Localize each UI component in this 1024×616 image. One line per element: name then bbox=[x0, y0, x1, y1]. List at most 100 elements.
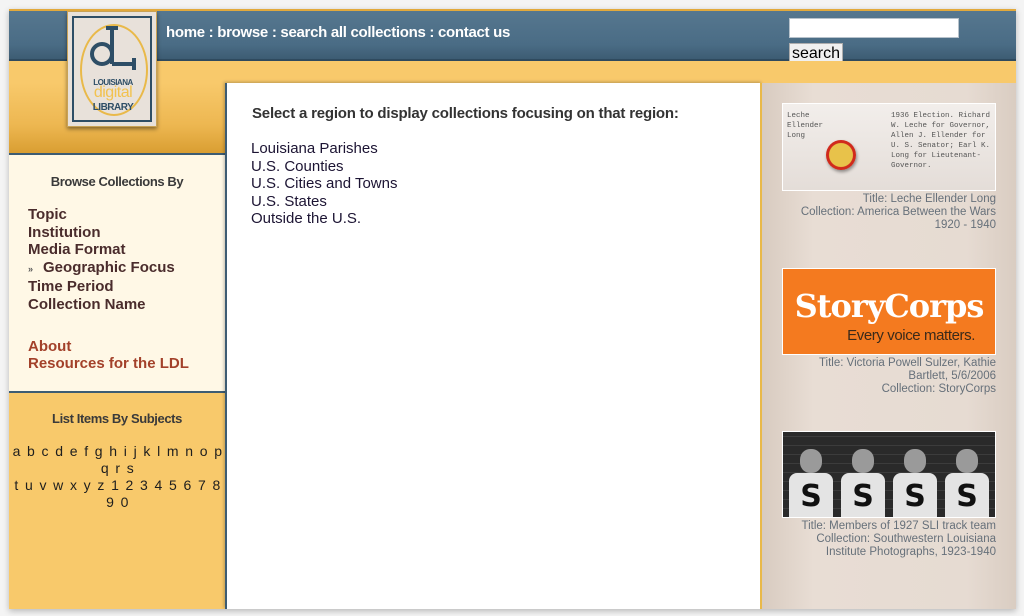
subject-key-9[interactable]: 9 bbox=[106, 494, 115, 510]
subject-key-o[interactable]: o bbox=[200, 443, 209, 459]
subject-key-i[interactable]: i bbox=[124, 443, 129, 459]
browse-item-media-format[interactable]: Media Format bbox=[28, 241, 225, 259]
nav-separator: : bbox=[267, 24, 281, 41]
subject-key-y[interactable]: y bbox=[84, 477, 92, 493]
featured-title: Title: Members of 1927 SLI track team bbox=[801, 520, 996, 532]
search-input[interactable] bbox=[789, 18, 959, 38]
subject-key-7[interactable]: 7 bbox=[198, 477, 207, 493]
storycorps-tagline: Every voice matters. bbox=[847, 327, 975, 344]
featured-image-storycorps[interactable]: StoryCorps Every voice matters. bbox=[782, 268, 996, 355]
featured-collection: Collection: Southwestern Louisiana bbox=[816, 533, 996, 545]
subject-key-l[interactable]: l bbox=[157, 443, 162, 459]
featured-image-campaign-button[interactable]: Leche Ellender Long 1936 Election. Richa… bbox=[782, 103, 996, 191]
featured-title: Bartlett, 5/6/2006 bbox=[908, 370, 996, 382]
subject-key-z[interactable]: z bbox=[97, 477, 105, 493]
subject-key-4[interactable]: 4 bbox=[155, 477, 164, 493]
logo-text-library: LIBRARY bbox=[92, 102, 134, 113]
subject-key-e[interactable]: e bbox=[70, 443, 79, 459]
subject-index-row: a b c d e f g h i j k l m n o p q r s bbox=[11, 443, 225, 477]
image-text-left: Leche Ellender Long bbox=[787, 112, 824, 140]
runner-figure: S bbox=[943, 447, 991, 517]
nav-contact-us[interactable]: contact us bbox=[438, 24, 510, 41]
subject-key-h[interactable]: h bbox=[109, 443, 118, 459]
nav-home[interactable]: home bbox=[166, 24, 205, 41]
subject-key-2[interactable]: 2 bbox=[126, 477, 135, 493]
subject-key-n[interactable]: n bbox=[185, 443, 194, 459]
subject-key-3[interactable]: 3 bbox=[140, 477, 149, 493]
region-outside-us[interactable]: Outside the U.S. bbox=[251, 210, 397, 228]
region-us-cities-towns[interactable]: U.S. Cities and Towns bbox=[251, 175, 397, 193]
browse-item-geographic-focus[interactable]: » Geographic Focus bbox=[28, 259, 225, 279]
resources-link[interactable]: Resources for the LDL bbox=[28, 355, 225, 373]
main-nav: home : browse : search all collections :… bbox=[166, 24, 510, 41]
region-louisiana-parishes[interactable]: Louisiana Parishes bbox=[251, 140, 397, 158]
subject-key-f[interactable]: f bbox=[84, 443, 89, 459]
subject-key-j[interactable]: j bbox=[134, 443, 139, 459]
region-us-states[interactable]: U.S. States bbox=[251, 193, 397, 211]
browse-list: Topic Institution Media Format » Geograph… bbox=[28, 206, 225, 314]
page-frame: home : browse : search all collections :… bbox=[9, 9, 1016, 609]
subject-key-0[interactable]: 0 bbox=[121, 494, 130, 510]
featured-item: StoryCorps Every voice matters. Title: V… bbox=[782, 268, 996, 396]
nav-separator: : bbox=[425, 24, 438, 41]
subject-key-1[interactable]: 1 bbox=[111, 477, 120, 493]
featured-title: Title: Victoria Powell Sulzer, Kathie bbox=[818, 357, 996, 369]
subject-key-s[interactable]: s bbox=[127, 460, 135, 476]
browse-item-time-period[interactable]: Time Period bbox=[28, 278, 225, 296]
nav-separator: : bbox=[204, 24, 218, 41]
featured-collection: Collection: StoryCorps bbox=[881, 383, 996, 395]
featured-title: Title: Leche Ellender Long bbox=[862, 193, 996, 205]
subject-key-q[interactable]: q bbox=[101, 460, 110, 476]
campaign-button-graphic bbox=[826, 140, 856, 170]
featured-caption: Title: Victoria Powell Sulzer, Kathie Ba… bbox=[782, 357, 996, 396]
page-heading: Select a region to display collections f… bbox=[252, 105, 679, 122]
subject-key-t[interactable]: t bbox=[14, 477, 19, 493]
subject-key-6[interactable]: 6 bbox=[183, 477, 192, 493]
featured-image-track-team[interactable]: S S S S bbox=[782, 431, 996, 518]
subject-key-u[interactable]: u bbox=[25, 477, 34, 493]
browse-item-institution[interactable]: Institution bbox=[28, 224, 225, 242]
featured-item: Leche Ellender Long 1936 Election. Richa… bbox=[782, 103, 996, 232]
browse-item-collection-name[interactable]: Collection Name bbox=[28, 296, 225, 314]
subject-index: a b c d e f g h i j k l m n o p q r s t … bbox=[9, 443, 225, 511]
subject-key-a[interactable]: a bbox=[13, 443, 22, 459]
storycorps-logo-text: StoryCorps bbox=[794, 287, 985, 325]
subject-key-x[interactable]: x bbox=[70, 477, 78, 493]
featured-collection: 1920 - 1940 bbox=[934, 219, 996, 231]
ldl-logo[interactable]: LOUISIANA digital LIBRARY bbox=[67, 11, 157, 127]
subject-key-5[interactable]: 5 bbox=[169, 477, 178, 493]
runner-figure: S bbox=[787, 447, 835, 517]
subject-key-k[interactable]: k bbox=[143, 443, 151, 459]
info-links: About Resources for the LDL bbox=[28, 338, 225, 373]
subjects-heading: List Items By Subjects bbox=[52, 411, 182, 426]
top-nav-bar: home : browse : search all collections :… bbox=[9, 11, 1016, 65]
dl-monogram-icon bbox=[90, 26, 136, 70]
subject-key-v[interactable]: v bbox=[39, 477, 47, 493]
featured-collection: Collection: America Between the Wars bbox=[800, 206, 996, 218]
subject-index-row: t u v w x y z 1 2 3 4 5 6 7 8 9 0 bbox=[11, 477, 225, 511]
logo-text-digital: digital bbox=[93, 84, 133, 101]
browse-sidebar: Browse Collections By Topic Institution … bbox=[9, 153, 227, 393]
nav-browse[interactable]: browse bbox=[217, 24, 268, 41]
subject-key-p[interactable]: p bbox=[214, 443, 223, 459]
featured-column: Leche Ellender Long 1936 Election. Richa… bbox=[760, 83, 1016, 609]
featured-item: S S S S Title: Members of 1927 SLI track… bbox=[782, 431, 996, 559]
subject-key-g[interactable]: g bbox=[95, 443, 104, 459]
nav-search-all-collections[interactable]: search all collections bbox=[280, 24, 425, 41]
about-link[interactable]: About bbox=[28, 338, 225, 356]
featured-collection: Institute Photographs, 1923-1940 bbox=[825, 546, 996, 558]
subject-key-b[interactable]: b bbox=[27, 443, 36, 459]
subject-key-8[interactable]: 8 bbox=[212, 477, 221, 493]
browse-item-topic[interactable]: Topic bbox=[28, 206, 225, 224]
region-list: Louisiana Parishes U.S. Counties U.S. Ci… bbox=[251, 140, 397, 228]
browse-item-label: Geographic Focus bbox=[43, 258, 175, 276]
subject-key-d[interactable]: d bbox=[55, 443, 64, 459]
subject-key-m[interactable]: m bbox=[167, 443, 180, 459]
header-band bbox=[9, 61, 1016, 84]
region-us-counties[interactable]: U.S. Counties bbox=[251, 158, 397, 176]
image-text-right: 1936 Election. Richard W. Leche for Gove… bbox=[891, 112, 991, 170]
subject-key-r[interactable]: r bbox=[115, 460, 121, 476]
runner-figure: S bbox=[839, 447, 887, 517]
subject-key-c[interactable]: c bbox=[42, 443, 50, 459]
subject-key-w[interactable]: w bbox=[53, 477, 65, 493]
